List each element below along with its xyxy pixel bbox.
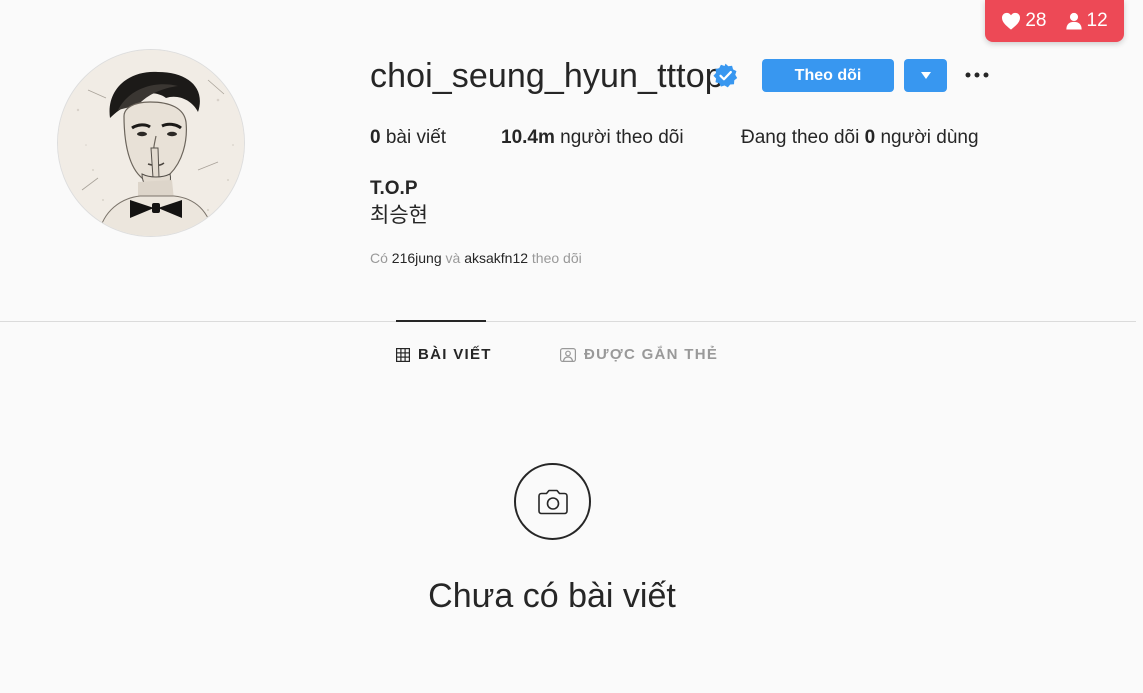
tab-posts[interactable]: BÀI VIẾT (396, 345, 492, 365)
person-icon (1065, 12, 1082, 30)
tab-posts-label: BÀI VIẾT (418, 346, 492, 363)
likes-count: 28 (1025, 10, 1047, 31)
grid-icon (396, 348, 410, 362)
activity-notification[interactable]: 28 12 (985, 0, 1124, 42)
empty-state-camera-circle (514, 463, 591, 540)
follow-button[interactable]: Theo dõi (762, 59, 894, 92)
following-count: 0 (864, 127, 876, 148)
posts-count: 0 (370, 127, 381, 148)
following-prefix: Đang theo dõi (741, 127, 860, 148)
more-options-button[interactable] (962, 62, 992, 88)
caret-down-icon (920, 72, 931, 79)
suggested-accounts-dropdown-button[interactable] (904, 59, 947, 92)
profile-photo (58, 50, 244, 236)
followed-by-prefix: Có (370, 250, 388, 266)
followers-count: 10.4m (501, 127, 555, 148)
followers-notification-count: 12 (1086, 10, 1108, 31)
posts-stat: 0 bài viết (370, 126, 446, 150)
tabs-divider (0, 321, 1136, 322)
heart-icon (1002, 12, 1021, 30)
followed-by-and: và (445, 250, 461, 266)
followed-by-suffix: theo dõi (531, 250, 582, 266)
followers-stat[interactable]: 10.4m người theo dõi (501, 126, 684, 150)
more-horizontal-icon (965, 72, 989, 78)
empty-state-message: Chưa có bài viết (428, 577, 676, 615)
tagged-person-icon (560, 348, 576, 362)
following-stat[interactable]: Đang theo dõi 0 người dùng (741, 126, 979, 150)
followers-notification: 12 (1065, 10, 1108, 32)
following-label: người dùng (880, 127, 979, 148)
followed-by-user-link[interactable]: aksakfn12 (464, 250, 528, 266)
camera-icon (537, 489, 568, 514)
profile-username: choi_seung_hyun_tttop (370, 57, 724, 95)
active-tab-indicator (396, 320, 486, 322)
followed-by-text: Có 216jung và aksakfn12 theo dõi (370, 249, 582, 267)
verified-badge-icon (713, 63, 738, 88)
likes-notification: 28 (1001, 10, 1047, 32)
tab-tagged-label: ĐƯỢC GẮN THẺ (584, 346, 719, 363)
profile-avatar[interactable] (57, 49, 245, 237)
profile-bio: 최승현 (370, 204, 428, 227)
followed-by-user-link[interactable]: 216jung (392, 250, 442, 266)
followers-label: người theo dõi (560, 127, 684, 148)
profile-full-name: T.O.P (370, 178, 418, 199)
tab-tagged[interactable]: ĐƯỢC GẮN THẺ (560, 345, 718, 365)
posts-label: bài viết (385, 127, 447, 148)
